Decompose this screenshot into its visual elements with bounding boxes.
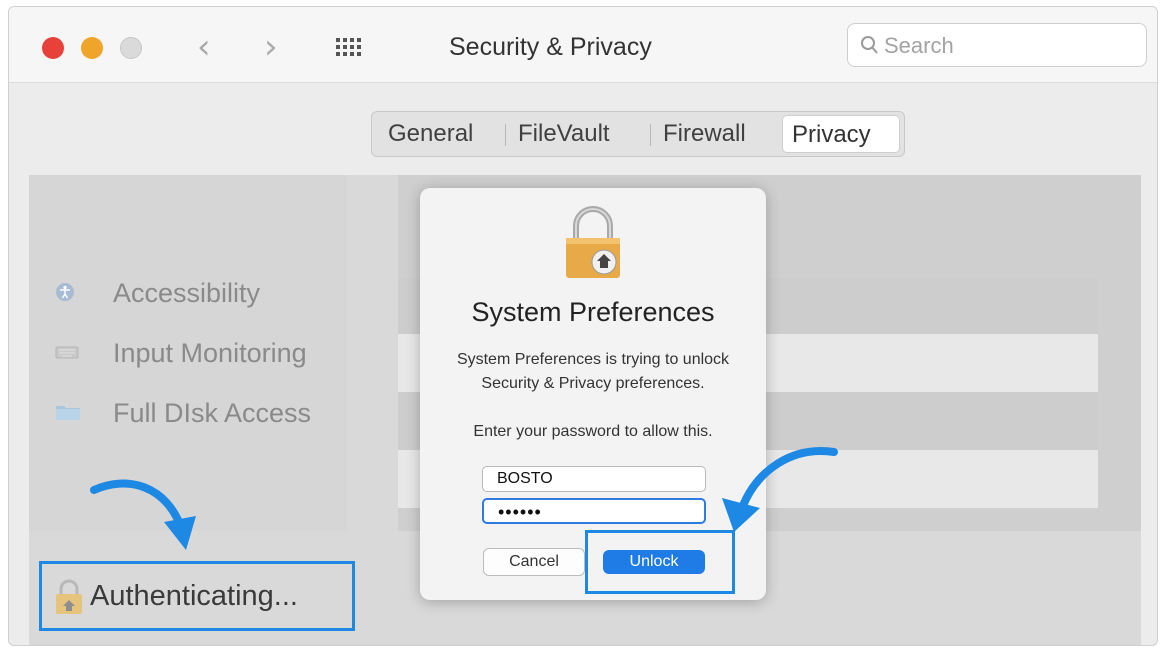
authenticating-status-highlight[interactable]: Authenticating... xyxy=(39,561,355,631)
unlock-button[interactable]: Unlock xyxy=(603,550,705,574)
sidebar-item-label: Input Monitoring xyxy=(113,338,307,368)
close-button[interactable] xyxy=(42,37,64,59)
window-title: Security & Privacy xyxy=(449,33,652,61)
title-bar: ‹ › Security & Privacy Search xyxy=(9,7,1157,83)
tab-bar: General FileVault Firewall Privacy xyxy=(371,111,905,157)
search-icon xyxy=(861,36,878,54)
forward-arrow-icon[interactable]: › xyxy=(264,27,278,67)
folder-icon xyxy=(56,406,80,420)
sidebar-item-label: Full DIsk Access xyxy=(113,398,312,428)
tab-separator xyxy=(505,124,506,146)
password-field[interactable]: •••••• xyxy=(482,498,706,524)
accessibility-icon xyxy=(56,283,74,301)
tab-privacy[interactable]: Privacy xyxy=(782,115,900,153)
unlock-dialog: System Preferences System Preferences is… xyxy=(420,188,766,600)
dialog-title: System Preferences xyxy=(471,297,715,327)
privacy-sidebar: Accessibility Input Monitoring Full DIsk… xyxy=(29,175,347,531)
tab-privacy-label: Privacy xyxy=(792,121,871,148)
tab-general[interactable]: General xyxy=(388,118,473,150)
keyboard-icon xyxy=(55,346,79,359)
username-field[interactable]: BOSTO xyxy=(482,466,706,492)
dialog-message-line: System Preferences is trying to unlock xyxy=(456,351,730,368)
cancel-button[interactable]: Cancel xyxy=(483,548,585,576)
tab-filevault[interactable]: FileVault xyxy=(518,118,610,150)
back-arrow-icon[interactable]: ‹ xyxy=(197,27,211,67)
minimize-button[interactable] xyxy=(81,37,103,59)
lock-icon xyxy=(56,579,82,614)
lock-icon xyxy=(566,206,620,278)
dialog-message-line: Security & Privacy preferences. xyxy=(481,375,705,392)
show-all-grid-icon[interactable] xyxy=(336,38,361,58)
zoom-button[interactable] xyxy=(120,37,142,59)
authenticating-label: Authenticating... xyxy=(90,580,298,612)
sidebar-item-label: Accessibility xyxy=(113,278,261,308)
search-field[interactable]: Search xyxy=(847,23,1147,67)
tab-separator xyxy=(650,124,651,146)
dialog-prompt: Enter your password to allow this. xyxy=(473,423,713,440)
dialog-message: System Preferences is trying to unlock S… xyxy=(420,348,766,396)
tab-firewall[interactable]: Firewall xyxy=(663,118,746,150)
search-placeholder: Search xyxy=(884,33,954,58)
